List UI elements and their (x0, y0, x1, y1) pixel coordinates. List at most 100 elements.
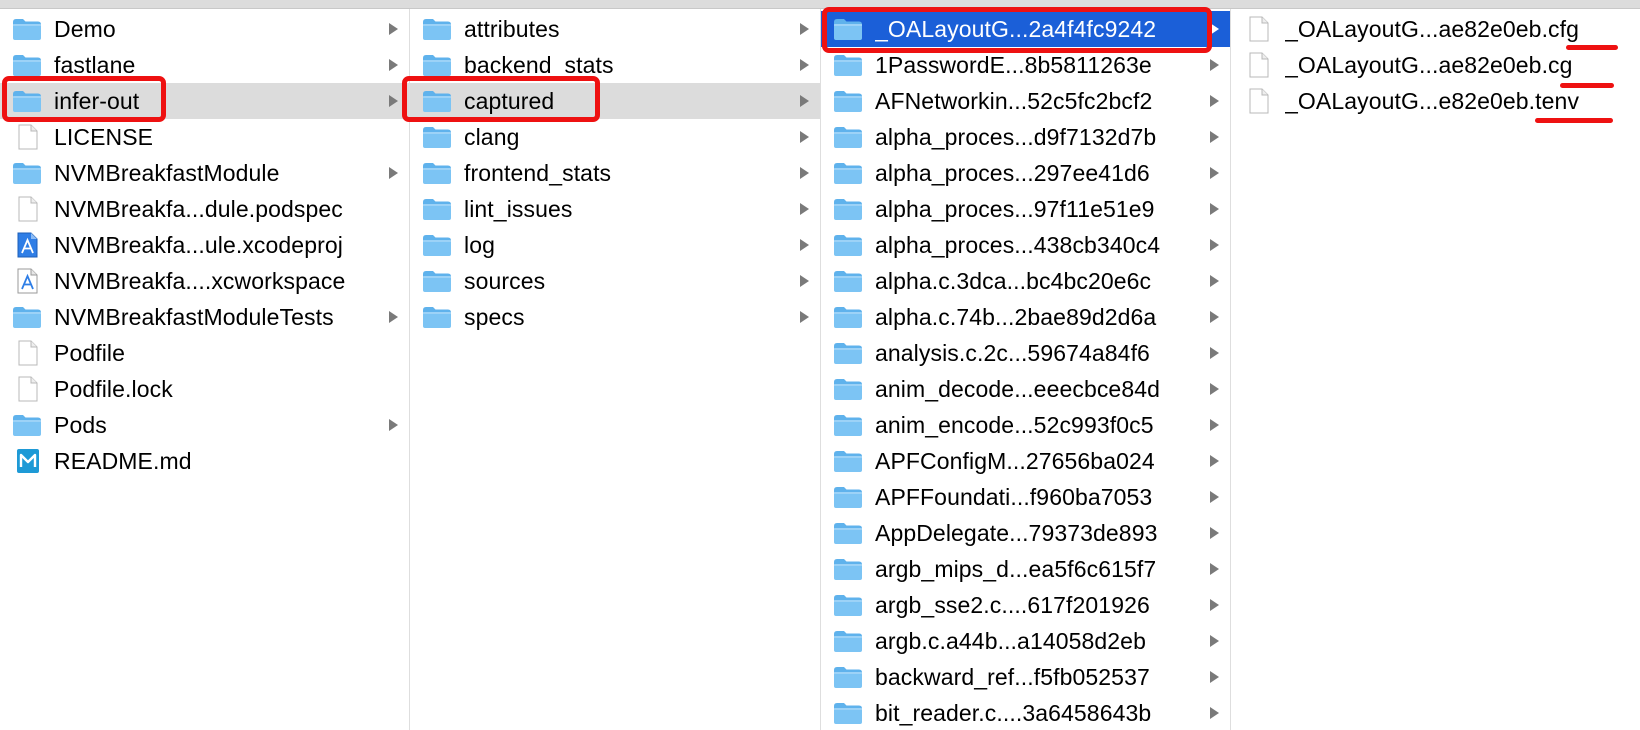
folder-icon (834, 307, 862, 328)
folder-icon (423, 19, 451, 40)
folder-item-alpha-c-3dca-bc4bc20e6c[interactable]: alpha.c.3dca...bc4bc20e6c (821, 263, 1230, 299)
chevron-right-icon (389, 23, 398, 35)
item-label: argb_sse2.c....617f201926 (875, 591, 1150, 618)
folder-icon (834, 631, 862, 652)
folder-item-sources[interactable]: sources (410, 263, 820, 299)
folder-icon (423, 199, 451, 220)
folder-item-clang[interactable]: clang (410, 119, 820, 155)
chevron-right-icon (800, 23, 809, 35)
folder-item-analysis-c-2c-59674a84f6[interactable]: analysis.c.2c...59674a84f6 (821, 335, 1230, 371)
chevron-right-icon (1210, 95, 1219, 107)
folder-item-argb-sse2-c-617f201926[interactable]: argb_sse2.c....617f201926 (821, 587, 1230, 623)
file-item-oalayoutg-ae82e0eb-cg[interactable]: _OALayoutG...ae82e0eb.cg (1231, 47, 1640, 83)
finder-column-1[interactable]: Demo fastlane infer-out LICENSE NVMBreak… (0, 9, 410, 730)
finder-column-2[interactable]: attributes backend_stats captured clang … (410, 9, 821, 730)
xcworkspace-icon (17, 268, 38, 294)
item-label: bit_reader.c....3a6458643b (875, 699, 1152, 726)
folder-icon (13, 415, 41, 436)
folder-item-log[interactable]: log (410, 227, 820, 263)
document-icon (18, 196, 38, 222)
folder-item-alpha-proces-297ee41d6[interactable]: alpha_proces...297ee41d6 (821, 155, 1230, 191)
folder-icon (423, 127, 451, 148)
chevron-right-icon (389, 311, 398, 323)
folder-icon (834, 451, 862, 472)
folder-icon (423, 163, 451, 184)
item-label: anim_decode...eeecbce84d (875, 375, 1161, 402)
folder-item-backend-stats[interactable]: backend_stats (410, 47, 820, 83)
folder-item-afnetworkin-52c5fc2bcf2[interactable]: AFNetworkin...52c5fc2bcf2 (821, 83, 1230, 119)
item-label: alpha.c.74b...2bae89d2d6a (875, 303, 1157, 330)
chevron-right-icon (1210, 599, 1219, 611)
document-icon (1249, 52, 1269, 78)
folder-item-appdelegate-79373de893[interactable]: AppDelegate...79373de893 (821, 515, 1230, 551)
folder-item-attributes[interactable]: attributes (410, 11, 820, 47)
folder-item-anim-decode-eeecbce84d[interactable]: anim_decode...eeecbce84d (821, 371, 1230, 407)
folder-icon (834, 559, 862, 580)
folder-item-1passworde-8b5811263e[interactable]: 1PasswordE...8b5811263e (821, 47, 1230, 83)
folder-item-alpha-proces-97f11e51e9[interactable]: alpha_proces...97f11e51e9 (821, 191, 1230, 227)
folder-item-apfconfigm-27656ba024[interactable]: APFConfigM...27656ba024 (821, 443, 1230, 479)
file-item-nvmbreakfa-xcworkspace[interactable]: NVMBreakfa....xcworkspace (0, 263, 409, 299)
folder-icon (423, 307, 451, 328)
chevron-right-icon (1210, 707, 1219, 719)
item-label: _OALayoutG...2a4f4fc9242 (875, 15, 1157, 42)
markdown-icon (17, 449, 39, 473)
file-item-nvmbreakfa-dule-podspec[interactable]: NVMBreakfa...dule.podspec (0, 191, 409, 227)
item-label: README.md (54, 447, 192, 474)
file-item-podfile-lock[interactable]: Podfile.lock (0, 371, 409, 407)
finder-column-3[interactable]: _OALayoutG...2a4f4fc9242 1PasswordE...8b… (821, 9, 1231, 730)
folder-item-captured[interactable]: captured (410, 83, 820, 119)
folder-item-argb-mips-d-ea5f6c615f7[interactable]: argb_mips_d...ea5f6c615f7 (821, 551, 1230, 587)
file-item-nvmbreakfa-ule-xcodeproj[interactable]: NVMBreakfa...ule.xcodeproj (0, 227, 409, 263)
finder-column-4[interactable]: _OALayoutG...ae82e0eb.cfg _OALayoutG...a… (1231, 9, 1640, 730)
item-label: clang (464, 123, 520, 150)
item-label: _OALayoutG...ae82e0eb.cfg (1285, 15, 1580, 42)
folder-item-alpha-c-74b-2bae89d2d6a[interactable]: alpha.c.74b...2bae89d2d6a (821, 299, 1230, 335)
folder-item-bit-reader-c-3a6458643b[interactable]: bit_reader.c....3a6458643b (821, 695, 1230, 730)
folder-icon (13, 91, 41, 112)
chevron-right-icon (1210, 203, 1219, 215)
chevron-right-icon (1210, 671, 1219, 683)
item-label: attributes (464, 15, 560, 42)
file-item-podfile[interactable]: Podfile (0, 335, 409, 371)
folder-item-backward-ref-f5fb052537[interactable]: backward_ref...f5fb052537 (821, 659, 1230, 695)
chevron-right-icon (800, 311, 809, 323)
item-label: alpha_proces...d9f7132d7b (875, 123, 1157, 150)
folder-icon (13, 163, 41, 184)
folder-item-fastlane[interactable]: fastlane (0, 47, 409, 83)
folder-item-apffoundati-f960ba7053[interactable]: APFFoundati...f960ba7053 (821, 479, 1230, 515)
folder-icon (834, 703, 862, 724)
folder-item-nvmbreakfastmodule[interactable]: NVMBreakfastModule (0, 155, 409, 191)
item-label: captured (464, 87, 555, 114)
chevron-right-icon (1210, 23, 1219, 35)
item-label: NVMBreakfa...dule.podspec (54, 195, 343, 222)
folder-item-frontend-stats[interactable]: frontend_stats (410, 155, 820, 191)
folder-icon (834, 235, 862, 256)
folder-item-specs[interactable]: specs (410, 299, 820, 335)
file-item-oalayoutg-e82e0eb-tenv[interactable]: _OALayoutG...e82e0eb.tenv (1231, 83, 1640, 119)
folder-item-demo[interactable]: Demo (0, 11, 409, 47)
folder-item-infer-out[interactable]: infer-out (0, 83, 409, 119)
folder-item-alpha-proces-438cb340c4[interactable]: alpha_proces...438cb340c4 (821, 227, 1230, 263)
folder-item-oalayoutg-2a4f4fc9242[interactable]: _OALayoutG...2a4f4fc9242 (821, 11, 1230, 47)
file-item-license[interactable]: LICENSE (0, 119, 409, 155)
folder-icon (13, 19, 41, 40)
item-label: 1PasswordE...8b5811263e (875, 51, 1152, 78)
chevron-right-icon (1210, 59, 1219, 71)
folder-item-argb-c-a44b-a14058d2eb[interactable]: argb.c.a44b...a14058d2eb (821, 623, 1230, 659)
document-icon (1249, 88, 1269, 114)
folder-item-pods[interactable]: Pods (0, 407, 409, 443)
folder-icon (423, 235, 451, 256)
file-item-oalayoutg-ae82e0eb-cfg[interactable]: _OALayoutG...ae82e0eb.cfg (1231, 11, 1640, 47)
item-label: backend_stats (464, 51, 614, 78)
folder-item-nvmbreakfastmoduletests[interactable]: NVMBreakfastModuleTests (0, 299, 409, 335)
file-item-readme-md[interactable]: README.md (0, 443, 409, 479)
folder-item-alpha-proces-d9f7132d7b[interactable]: alpha_proces...d9f7132d7b (821, 119, 1230, 155)
folder-item-lint-issues[interactable]: lint_issues (410, 191, 820, 227)
item-label: Demo (54, 15, 116, 42)
item-label: specs (464, 303, 525, 330)
folder-icon (834, 343, 862, 364)
chevron-right-icon (1210, 131, 1219, 143)
folder-item-anim-encode-52c993f0c5[interactable]: anim_encode...52c993f0c5 (821, 407, 1230, 443)
window-top-edge (0, 0, 1640, 9)
